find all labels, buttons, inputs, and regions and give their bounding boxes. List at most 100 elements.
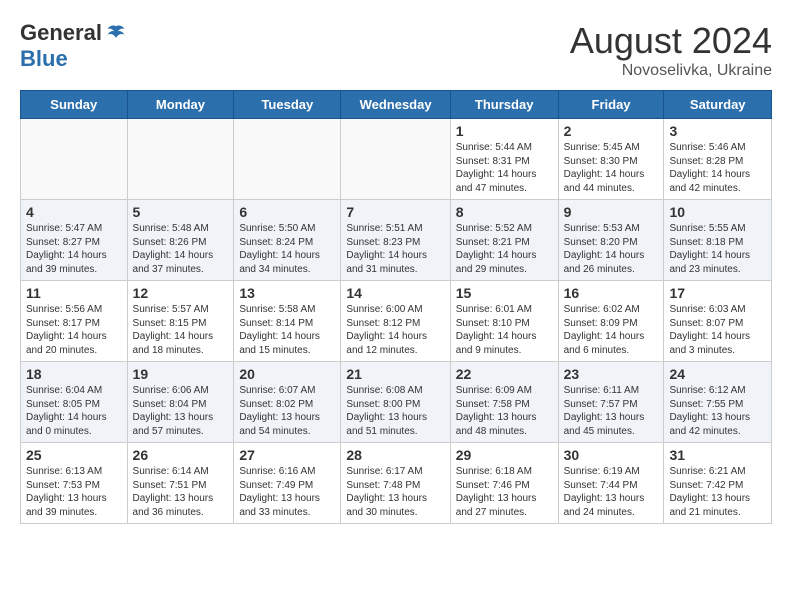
day-header-thursday: Thursday [450, 91, 558, 119]
day-number: 17 [669, 285, 766, 301]
day-number: 2 [564, 123, 659, 139]
day-header-monday: Monday [127, 91, 234, 119]
week-row-2: 4 Sunrise: 5:47 AM Sunset: 8:27 PM Daylig… [21, 200, 772, 281]
day-number: 24 [669, 366, 766, 382]
day-info: Sunrise: 5:52 AM Sunset: 8:21 PM Dayligh… [456, 222, 553, 276]
days-header-row: SundayMondayTuesdayWednesdayThursdayFrid… [21, 91, 772, 119]
day-info: Sunrise: 6:11 AM Sunset: 7:57 PM Dayligh… [564, 384, 659, 438]
month-year-title: August 2024 [570, 20, 772, 62]
day-number: 20 [239, 366, 335, 382]
day-number: 21 [346, 366, 444, 382]
day-number: 27 [239, 447, 335, 463]
day-info: Sunrise: 6:09 AM Sunset: 7:58 PM Dayligh… [456, 384, 553, 438]
day-info: Sunrise: 6:21 AM Sunset: 7:42 PM Dayligh… [669, 465, 766, 519]
day-info: Sunrise: 5:56 AM Sunset: 8:17 PM Dayligh… [26, 303, 122, 357]
day-info: Sunrise: 5:44 AM Sunset: 8:31 PM Dayligh… [456, 141, 553, 195]
calendar-cell: 13Sunrise: 5:58 AM Sunset: 8:14 PM Dayli… [234, 281, 341, 362]
day-info: Sunrise: 5:50 AM Sunset: 8:24 PM Dayligh… [239, 222, 335, 276]
day-number: 23 [564, 366, 659, 382]
day-number: 18 [26, 366, 122, 382]
day-info: Sunrise: 6:08 AM Sunset: 8:00 PM Dayligh… [346, 384, 444, 438]
day-number: 9 [564, 204, 659, 220]
day-number: 8 [456, 204, 553, 220]
day-number: 1 [456, 123, 553, 139]
calendar-cell: 18 Sunrise: 6:04 AM Sunset: 8:05 PM Dayli… [21, 362, 128, 443]
day-number: 7 [346, 204, 444, 220]
calendar-cell: 3 Sunrise: 5:46 AM Sunset: 8:28 PM Daylig… [664, 119, 772, 200]
day-header-wednesday: Wednesday [341, 91, 450, 119]
day-info: Sunrise: 5:47 AM Sunset: 8:27 PM Dayligh… [26, 222, 122, 276]
day-info: Sunrise: 6:19 AM Sunset: 7:44 PM Dayligh… [564, 465, 659, 519]
calendar-cell: 11 Sunrise: 5:56 AM Sunset: 8:17 PM Dayli… [21, 281, 128, 362]
calendar-cell: 17 Sunrise: 6:03 AM Sunset: 8:07 PM Dayli… [664, 281, 772, 362]
day-number: 19 [133, 366, 229, 382]
page-header: General Blue August 2024 Novoselivka, Uk… [20, 20, 772, 80]
day-info: Sunrise: 6:01 AM Sunset: 8:10 PM Dayligh… [456, 303, 553, 357]
calendar-cell: 29 Sunrise: 6:18 AM Sunset: 7:46 PM Dayli… [450, 443, 558, 524]
day-number: 14 [346, 285, 444, 301]
calendar-cell: 28 Sunrise: 6:17 AM Sunset: 7:48 PM Dayli… [341, 443, 450, 524]
day-info: Sunrise: 6:04 AM Sunset: 8:05 PM Dayligh… [26, 384, 122, 438]
day-info: Sunrise: 6:03 AM Sunset: 8:07 PM Dayligh… [669, 303, 766, 357]
day-info: Sunrise: 6:13 AM Sunset: 7:53 PM Dayligh… [26, 465, 122, 519]
day-number: 15 [456, 285, 553, 301]
day-info: Sunrise: 6:00 AM Sunset: 8:12 PM Dayligh… [346, 303, 444, 357]
calendar-cell: 1 Sunrise: 5:44 AM Sunset: 8:31 PM Daylig… [450, 119, 558, 200]
calendar-cell: 2Sunrise: 5:45 AM Sunset: 8:30 PM Daylig… [558, 119, 664, 200]
calendar-cell: 26 Sunrise: 6:14 AM Sunset: 7:51 PM Dayli… [127, 443, 234, 524]
calendar-cell: 15 Sunrise: 6:01 AM Sunset: 8:10 PM Dayli… [450, 281, 558, 362]
calendar-cell: 6Sunrise: 5:50 AM Sunset: 8:24 PM Daylig… [234, 200, 341, 281]
title-block: August 2024 Novoselivka, Ukraine [570, 20, 772, 80]
day-info: Sunrise: 5:48 AM Sunset: 8:26 PM Dayligh… [133, 222, 229, 276]
day-number: 25 [26, 447, 122, 463]
calendar-cell: 25 Sunrise: 6:13 AM Sunset: 7:53 PM Dayli… [21, 443, 128, 524]
calendar-table: SundayMondayTuesdayWednesdayThursdayFrid… [20, 90, 772, 524]
calendar-cell [341, 119, 450, 200]
day-header-sunday: Sunday [21, 91, 128, 119]
calendar-cell: 9 Sunrise: 5:53 AM Sunset: 8:20 PM Daylig… [558, 200, 664, 281]
calendar-cell: 24 Sunrise: 6:12 AM Sunset: 7:55 PM Dayli… [664, 362, 772, 443]
day-info: Sunrise: 6:07 AM Sunset: 8:02 PM Dayligh… [239, 384, 335, 438]
day-number: 29 [456, 447, 553, 463]
day-info: Sunrise: 6:02 AM Sunset: 8:09 PM Dayligh… [564, 303, 659, 357]
calendar-cell: 21 Sunrise: 6:08 AM Sunset: 8:00 PM Dayli… [341, 362, 450, 443]
calendar-cell: 31 Sunrise: 6:21 AM Sunset: 7:42 PM Dayli… [664, 443, 772, 524]
calendar-cell: 10 Sunrise: 5:55 AM Sunset: 8:18 PM Dayli… [664, 200, 772, 281]
calendar-cell: 8 Sunrise: 5:52 AM Sunset: 8:21 PM Daylig… [450, 200, 558, 281]
calendar-cell: 19 Sunrise: 6:06 AM Sunset: 8:04 PM Dayli… [127, 362, 234, 443]
day-number: 31 [669, 447, 766, 463]
calendar-cell [127, 119, 234, 200]
calendar-cell: 5 Sunrise: 5:48 AM Sunset: 8:26 PM Daylig… [127, 200, 234, 281]
day-info: Sunrise: 6:14 AM Sunset: 7:51 PM Dayligh… [133, 465, 229, 519]
day-info: Sunrise: 5:53 AM Sunset: 8:20 PM Dayligh… [564, 222, 659, 276]
week-row-1: 1 Sunrise: 5:44 AM Sunset: 8:31 PM Daylig… [21, 119, 772, 200]
day-info: Sunrise: 5:55 AM Sunset: 8:18 PM Dayligh… [669, 222, 766, 276]
calendar-cell: 12Sunrise: 5:57 AM Sunset: 8:15 PM Dayli… [127, 281, 234, 362]
day-number: 30 [564, 447, 659, 463]
day-number: 28 [346, 447, 444, 463]
day-number: 26 [133, 447, 229, 463]
day-info: Sunrise: 6:06 AM Sunset: 8:04 PM Dayligh… [133, 384, 229, 438]
week-row-4: 18 Sunrise: 6:04 AM Sunset: 8:05 PM Dayli… [21, 362, 772, 443]
calendar-cell: 16Sunrise: 6:02 AM Sunset: 8:09 PM Dayli… [558, 281, 664, 362]
day-header-friday: Friday [558, 91, 664, 119]
day-info: Sunrise: 5:58 AM Sunset: 8:14 PM Dayligh… [239, 303, 335, 357]
day-number: 12 [133, 285, 229, 301]
day-number: 5 [133, 204, 229, 220]
day-number: 10 [669, 204, 766, 220]
calendar-cell: 4 Sunrise: 5:47 AM Sunset: 8:27 PM Daylig… [21, 200, 128, 281]
location-subtitle: Novoselivka, Ukraine [570, 62, 772, 80]
day-info: Sunrise: 5:46 AM Sunset: 8:28 PM Dayligh… [669, 141, 766, 195]
logo-general-text: General [20, 20, 102, 46]
week-row-5: 25 Sunrise: 6:13 AM Sunset: 7:53 PM Dayli… [21, 443, 772, 524]
day-info: Sunrise: 6:12 AM Sunset: 7:55 PM Dayligh… [669, 384, 766, 438]
logo-bird-icon [106, 23, 126, 43]
day-number: 11 [26, 285, 122, 301]
day-info: Sunrise: 6:17 AM Sunset: 7:48 PM Dayligh… [346, 465, 444, 519]
calendar-cell [21, 119, 128, 200]
day-number: 3 [669, 123, 766, 139]
logo: General Blue [20, 20, 126, 72]
day-number: 4 [26, 204, 122, 220]
day-info: Sunrise: 6:18 AM Sunset: 7:46 PM Dayligh… [456, 465, 553, 519]
calendar-cell: 27Sunrise: 6:16 AM Sunset: 7:49 PM Dayli… [234, 443, 341, 524]
